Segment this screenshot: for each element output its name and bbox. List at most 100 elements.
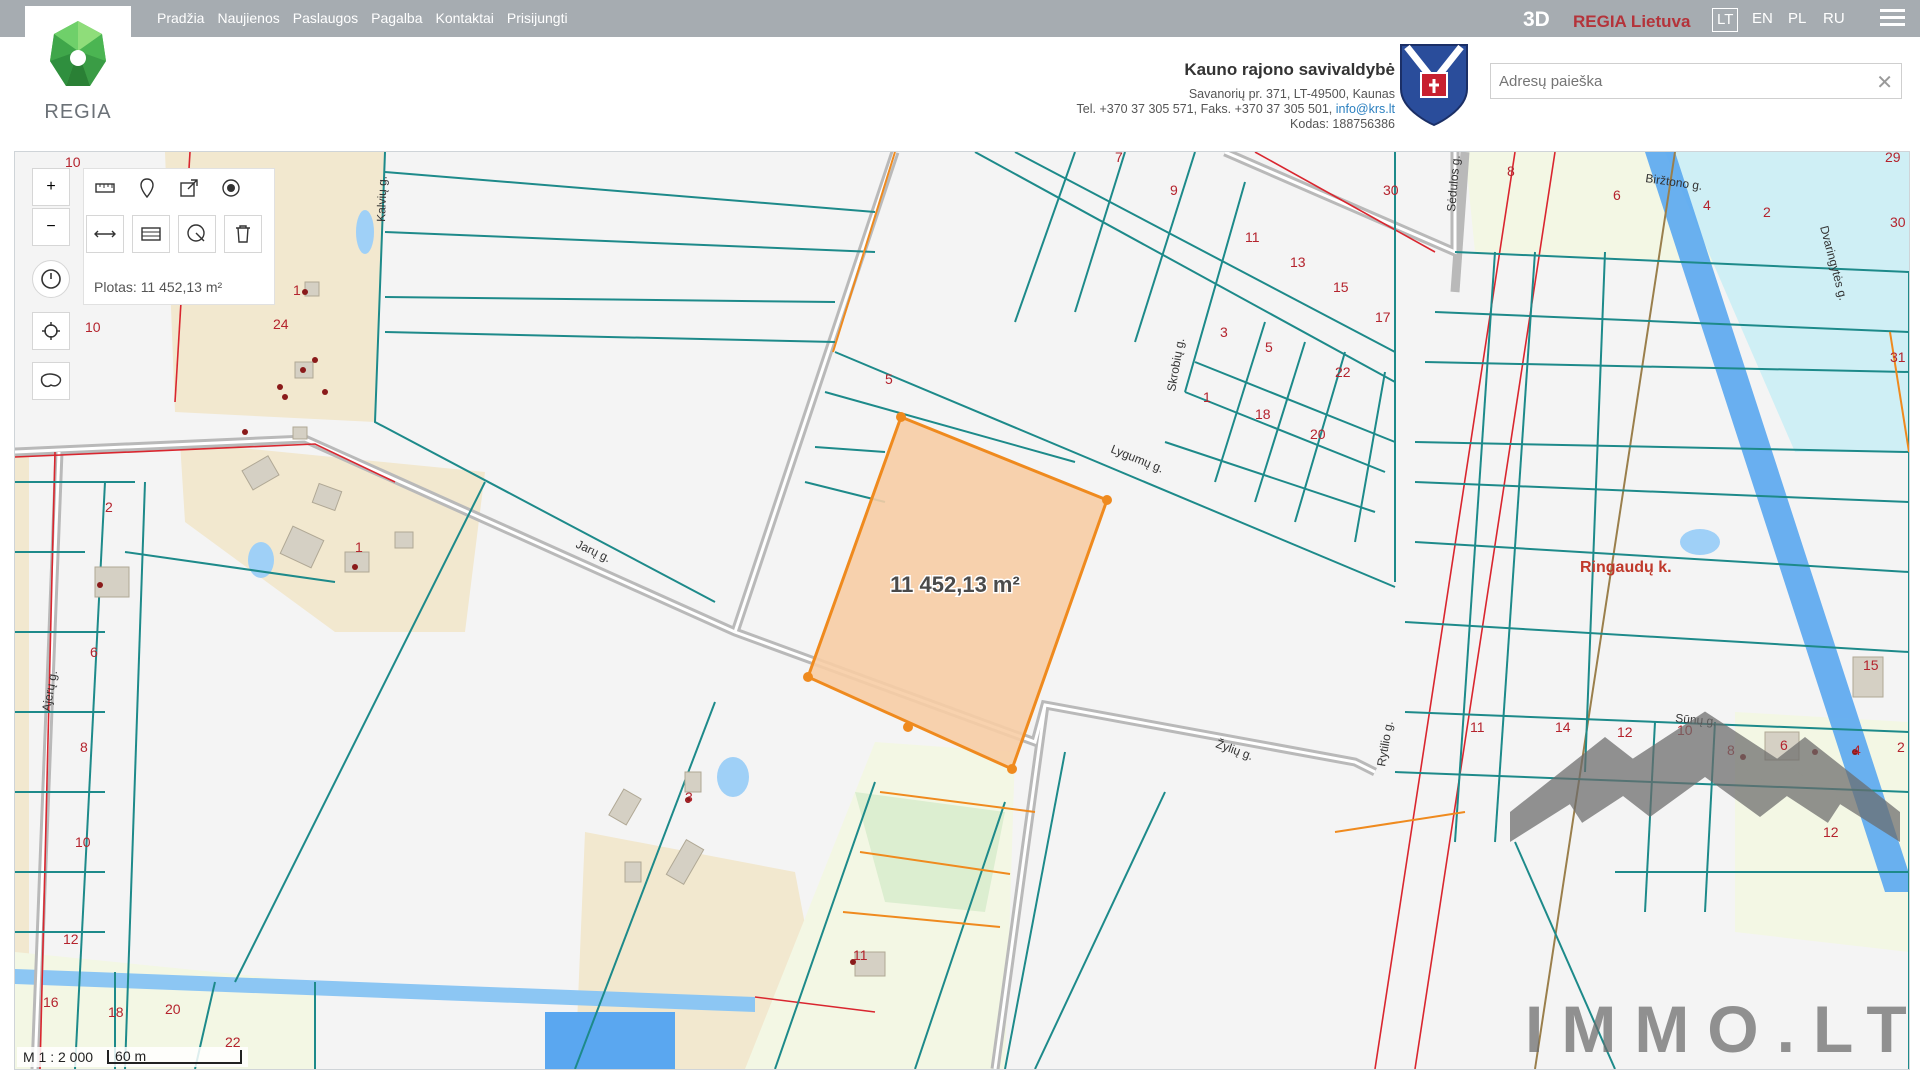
parcel-number: 8 xyxy=(1507,163,1515,179)
address-search-input[interactable] xyxy=(1491,64,1867,98)
nav-home[interactable]: Pradžia xyxy=(157,10,204,26)
parcel-number: 2 xyxy=(105,499,113,515)
parcel-number: 9 xyxy=(1170,182,1178,198)
parcel-number: 11 xyxy=(1470,719,1485,735)
regia-logo[interactable]: REGIA xyxy=(25,6,131,123)
lang-en[interactable]: EN xyxy=(1752,8,1773,30)
parcel-number: 1 xyxy=(355,539,363,555)
parcel-number: 22 xyxy=(1335,364,1351,380)
parcel-number: 5 xyxy=(885,371,893,387)
municipality-name: Kauno rajono savivaldybė xyxy=(1184,60,1395,79)
selected-area-label: 11 452,13 m² xyxy=(890,572,1020,597)
parcel-number: 16 xyxy=(43,994,59,1010)
nav-help[interactable]: Pagalba xyxy=(371,10,422,26)
map-pin-icon[interactable] xyxy=(128,169,166,207)
parcel-number: 3 xyxy=(685,789,693,805)
vertex-handle xyxy=(803,672,813,682)
measure-radius-icon[interactable] xyxy=(178,215,216,253)
vertex-handle xyxy=(896,412,906,422)
parcel-number: 18 xyxy=(108,1004,124,1020)
parcel-number: 6 xyxy=(1780,737,1788,753)
parcel-number: 18 xyxy=(1255,406,1271,422)
logo-text: REGIA xyxy=(44,101,112,123)
parcel-number: 11 xyxy=(853,947,868,963)
parcel-number: 5 xyxy=(1265,339,1273,355)
parcel-number: 30 xyxy=(1383,182,1399,198)
parcel-number: 2 xyxy=(1897,739,1905,755)
measure-area-icon[interactable] xyxy=(132,215,170,253)
zoom-in-button[interactable]: + xyxy=(32,168,70,206)
parcel-number: 10 xyxy=(75,834,91,850)
parcel-number: 4 xyxy=(1703,197,1711,213)
parcel-number: 12 xyxy=(1823,824,1839,840)
parcel-number: 7 xyxy=(1115,152,1123,165)
address-search[interactable]: ✕ xyxy=(1490,63,1902,99)
municipality-phone: Tel. +370 37 305 571, Faks. +370 37 305 … xyxy=(1076,102,1333,116)
target-icon[interactable] xyxy=(212,169,250,207)
delete-icon[interactable] xyxy=(224,215,262,253)
vertex-handle xyxy=(903,722,913,732)
top-navigation-bar: Pradžia Naujienos Paslaugos Pagalba Kont… xyxy=(0,0,1920,37)
parcel-number: 2 xyxy=(1763,204,1771,220)
parcel-number: 3 xyxy=(1220,324,1228,340)
parcel-number: 14 xyxy=(1555,719,1571,735)
parcel-number: 24 xyxy=(273,316,289,332)
map-viewport[interactable]: 11 452,13 m² Ringaudų k. Kalvių g. Jarų … xyxy=(14,151,1910,1070)
regia-logo-icon xyxy=(50,21,106,86)
parcel-number: 15 xyxy=(1863,657,1879,673)
hamburger-menu-icon[interactable] xyxy=(1880,9,1905,29)
lang-lt[interactable]: LT xyxy=(1712,8,1739,32)
ruler-icon[interactable] xyxy=(86,169,124,207)
watermark-text: IMMO.LT xyxy=(1525,992,1909,1066)
lang-pl[interactable]: PL xyxy=(1788,8,1806,30)
cadastral-map[interactable]: 11 452,13 m² Ringaudų k. Kalvių g. Jarų … xyxy=(15,152,1909,1069)
parcel-number: 10 xyxy=(85,319,101,335)
parcel-number: 13 xyxy=(1290,254,1306,270)
measure-tool-panel: Plotas: 11 452,13 m² xyxy=(83,168,275,305)
locate-icon[interactable] xyxy=(32,312,70,350)
measure-distance-icon[interactable] xyxy=(86,215,124,253)
municipality-code: Kodas: 188756386 xyxy=(1290,117,1395,131)
map-scale: M 1 : 2 000 60 m xyxy=(17,1047,249,1067)
parcel-number: 6 xyxy=(90,644,98,660)
parcel-number: 11 xyxy=(1245,229,1260,245)
export-icon[interactable] xyxy=(170,169,208,207)
municipality-email-link[interactable]: info@krs.lt xyxy=(1336,102,1395,116)
village-label: Ringaudų k. xyxy=(1580,559,1672,576)
municipality-phone-line: Tel. +370 37 305 571, Faks. +370 37 305 … xyxy=(1077,102,1395,116)
history-icon[interactable] xyxy=(32,260,70,298)
parcel-number: 1 xyxy=(293,282,301,298)
lang-ru[interactable]: RU xyxy=(1823,8,1845,30)
nav-login[interactable]: Prisijungti xyxy=(507,10,568,26)
parcel-number: 31 xyxy=(1890,349,1906,365)
parcel-number: 12 xyxy=(63,931,79,947)
scale-ratio: M 1 : 2 000 xyxy=(23,1049,94,1065)
parcel-number: 15 xyxy=(1333,279,1349,295)
parcel-number: 12 xyxy=(1617,724,1633,740)
regia-lietuva-link[interactable]: REGIA Lietuva xyxy=(1573,12,1690,32)
parcel-number: 8 xyxy=(80,739,88,755)
main-nav: Pradžia Naujienos Paslaugos Pagalba Kont… xyxy=(157,10,568,26)
parcel-number: 20 xyxy=(165,1001,181,1017)
nav-services[interactable]: Paslaugos xyxy=(293,10,358,26)
search-clear-icon[interactable]: ✕ xyxy=(1876,70,1893,95)
parcel-number: 29 xyxy=(1885,152,1901,165)
parcel-number: 20 xyxy=(1310,426,1326,442)
measured-area-text: Plotas: 11 452,13 m² xyxy=(94,279,223,295)
zoom-out-button[interactable]: − xyxy=(32,208,70,246)
parcel-number: 6 xyxy=(1613,187,1621,203)
nav-news[interactable]: Naujienos xyxy=(217,10,279,26)
municipality-address: Savanorių pr. 371, LT-49500, Kaunas xyxy=(1188,87,1395,101)
3d-button[interactable]: 3D xyxy=(1523,8,1550,32)
map-outline-icon[interactable] xyxy=(32,362,70,400)
parcel-number: 4 xyxy=(1853,742,1861,758)
vertex-handle xyxy=(1007,764,1017,774)
parcel-number: 17 xyxy=(1375,309,1391,325)
nav-contacts[interactable]: Kontaktai xyxy=(436,10,494,26)
street-label: Kalvių g. xyxy=(374,176,390,222)
coat-of-arms-icon xyxy=(1400,44,1468,127)
vertex-handle xyxy=(1102,495,1112,505)
parcel-number: 1 xyxy=(1203,389,1211,405)
scale-bar: 60 m xyxy=(107,1049,243,1064)
parcel-number: 30 xyxy=(1890,214,1906,230)
